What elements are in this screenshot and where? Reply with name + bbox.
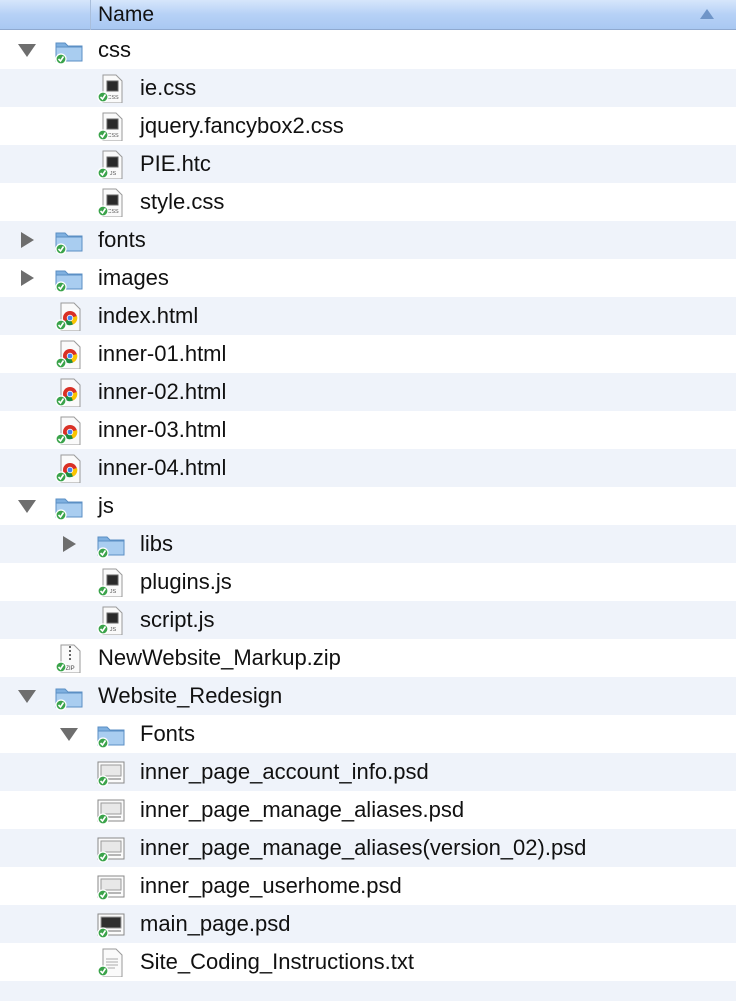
file-name-label: inner-02.html xyxy=(98,379,227,404)
file-name-label: inner_page_account_info.psd xyxy=(140,759,429,784)
file-row[interactable]: JS PIE.htc xyxy=(0,145,736,183)
file-name-label: Website_Redesign xyxy=(98,683,283,708)
file-row[interactable]: inner-01.html xyxy=(0,335,736,373)
file-row[interactable]: inner_page_userhome.psd xyxy=(0,867,736,905)
disclosure-expanded-icon[interactable] xyxy=(60,726,78,742)
file-name-label: fonts xyxy=(98,227,146,252)
header-separator xyxy=(90,0,91,30)
file-name-label: main_page.psd xyxy=(140,911,291,936)
name-column-header[interactable]: Name xyxy=(0,0,736,30)
svg-text:JS: JS xyxy=(110,627,117,633)
js-file-icon: JS xyxy=(95,567,127,598)
file-row[interactable]: inner_page_manage_aliases.psd xyxy=(0,791,736,829)
file-name-label: Fonts xyxy=(140,721,196,746)
zip-file-icon: ZIP xyxy=(53,643,85,674)
file-name-label: css xyxy=(98,37,131,62)
file-name-label: inner-03.html xyxy=(98,417,227,442)
file-name-label: images xyxy=(98,265,169,290)
file-name-label: inner_page_manage_aliases(version_02).ps… xyxy=(140,835,587,860)
svg-text:CSS: CSS xyxy=(107,133,119,139)
svg-text:ZIP: ZIP xyxy=(65,666,74,672)
svg-text:CSS: CSS xyxy=(107,95,119,101)
text-file-icon xyxy=(95,947,127,978)
file-row[interactable]: JS script.js xyxy=(0,601,736,639)
disclosure-collapsed-icon[interactable] xyxy=(60,536,76,552)
file-row[interactable]: ZIP NewWebsite_Markup.zip xyxy=(0,639,736,677)
file-name-label: js xyxy=(98,493,114,518)
svg-text:JS: JS xyxy=(110,171,117,177)
file-name-label: ie.css xyxy=(140,75,197,100)
file-name-label: script.js xyxy=(140,607,215,632)
css-file-icon: CSS xyxy=(95,187,127,218)
disclosure-expanded-icon[interactable] xyxy=(18,498,36,514)
chrome-html-icon xyxy=(53,453,85,484)
folder-icon xyxy=(53,35,85,65)
sort-ascending-icon[interactable] xyxy=(700,9,714,19)
psd-dark-file-icon xyxy=(95,909,127,939)
folder-icon xyxy=(95,719,127,749)
folder-icon xyxy=(95,529,127,559)
psd-file-icon xyxy=(95,871,127,901)
file-row[interactable]: inner-04.html xyxy=(0,449,736,487)
file-row[interactable]: Fonts xyxy=(0,715,736,753)
js-file-icon: JS xyxy=(95,149,127,180)
folder-icon xyxy=(53,681,85,711)
file-name-label: jquery.fancybox2.css xyxy=(140,113,344,138)
file-row[interactable]: libs xyxy=(0,525,736,563)
file-row[interactable]: js xyxy=(0,487,736,525)
file-name-label: style.css xyxy=(140,189,225,214)
svg-text:CSS: CSS xyxy=(107,209,119,215)
file-row[interactable]: inner-02.html xyxy=(0,373,736,411)
file-row[interactable]: css xyxy=(0,31,736,69)
name-header-label: Name xyxy=(98,3,155,26)
psd-file-icon xyxy=(95,795,127,825)
chrome-html-icon xyxy=(53,377,85,408)
js-file-icon: JS xyxy=(95,605,127,636)
file-row[interactable]: inner_page_manage_aliases(version_02).ps… xyxy=(0,829,736,867)
file-row[interactable]: JS plugins.js xyxy=(0,563,736,601)
file-row[interactable]: CSS style.css xyxy=(0,183,736,221)
file-row[interactable]: images xyxy=(0,259,736,297)
file-row[interactable]: Site_Coding_Instructions.txt xyxy=(0,943,736,981)
file-row[interactable]: Website_Redesign xyxy=(0,677,736,715)
psd-file-icon xyxy=(95,833,127,863)
file-row[interactable]: inner-03.html xyxy=(0,411,736,449)
file-name-label: libs xyxy=(140,531,174,556)
disclosure-expanded-icon[interactable] xyxy=(18,42,36,58)
file-row[interactable]: fonts xyxy=(0,221,736,259)
file-name-label: inner-01.html xyxy=(98,341,227,366)
disclosure-expanded-icon[interactable] xyxy=(18,688,36,704)
file-row[interactable]: main_page.psd xyxy=(0,905,736,943)
file-row[interactable]: CSS jquery.fancybox2.css xyxy=(0,107,736,145)
file-row[interactable]: CSS ie.css xyxy=(0,69,736,107)
chrome-html-icon xyxy=(53,415,85,446)
folder-icon xyxy=(53,225,85,255)
psd-file-icon xyxy=(95,757,127,787)
file-name-label: index.html xyxy=(98,303,199,328)
file-row[interactable]: inner_page_account_info.psd xyxy=(0,753,736,791)
file-name-label: plugins.js xyxy=(140,569,232,594)
file-name-label: Site_Coding_Instructions.txt xyxy=(140,949,414,974)
empty-row xyxy=(0,981,736,1001)
file-name-label: inner_page_userhome.psd xyxy=(140,873,402,898)
css-file-icon: CSS xyxy=(95,111,127,142)
css-file-icon: CSS xyxy=(95,73,127,104)
disclosure-collapsed-icon[interactable] xyxy=(18,232,34,248)
file-row[interactable]: index.html xyxy=(0,297,736,335)
folder-icon xyxy=(53,263,85,293)
file-name-label: PIE.htc xyxy=(140,151,211,176)
chrome-html-icon xyxy=(53,339,85,370)
disclosure-collapsed-icon[interactable] xyxy=(18,270,34,286)
file-name-label: inner_page_manage_aliases.psd xyxy=(140,797,465,822)
file-name-label: inner-04.html xyxy=(98,455,227,480)
svg-text:JS: JS xyxy=(110,589,117,595)
folder-icon xyxy=(53,491,85,521)
chrome-html-icon xyxy=(53,301,85,332)
file-name-label: NewWebsite_Markup.zip xyxy=(98,645,341,670)
